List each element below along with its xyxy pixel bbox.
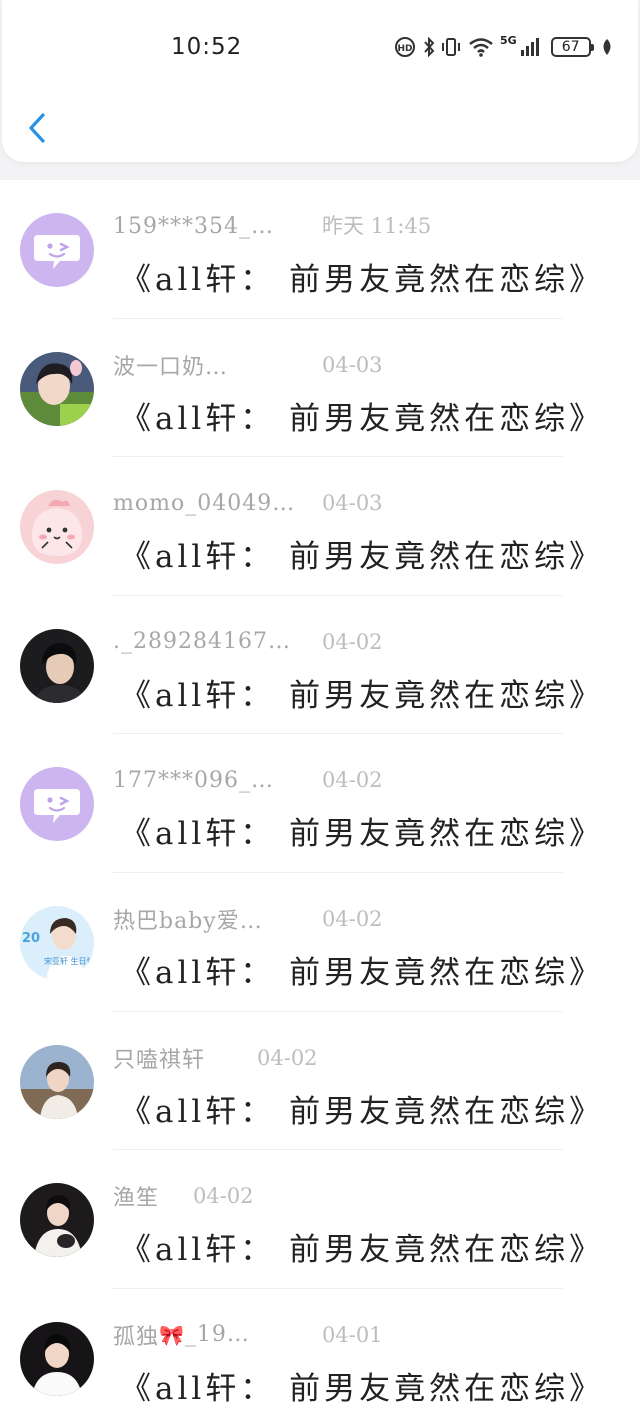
avatar[interactable] (20, 213, 94, 287)
message-time: 04-02 (193, 1184, 254, 1209)
bow-emoji: 🎀 (159, 1322, 185, 1347)
avatar[interactable] (20, 1321, 94, 1396)
avatar[interactable] (20, 767, 94, 842)
message-time: 04-03 (322, 352, 383, 377)
chat-bubble-icon (20, 213, 94, 287)
network-type-label: 5G (500, 33, 517, 47)
message-time: 04-03 (322, 491, 383, 516)
chat-bubble-icon (20, 767, 94, 842)
avatar[interactable] (20, 1183, 94, 1258)
sender-name: 波一口奶… (113, 354, 229, 380)
back-button[interactable] (22, 108, 58, 148)
list-item[interactable]: 20 宋亚轩 生日快乐 热巴baby爱… 04-02 《all轩： 前男友竟然在… (0, 873, 640, 1012)
user-photo-icon (20, 351, 94, 426)
message-text: 《all轩： 前男友竟然在恋综》 (120, 1370, 605, 1407)
message-time: 04-01 (322, 1322, 383, 1347)
wifi-icon (469, 38, 493, 57)
avatar[interactable] (20, 1044, 94, 1119)
message-time: 04-02 (322, 629, 383, 654)
bluetooth-icon (424, 36, 435, 58)
sender-name: ._289284167… (113, 629, 291, 655)
user-photo-icon (20, 1321, 94, 1396)
cartoon-face-icon (20, 490, 94, 565)
list-item[interactable]: 渔笙 04-02 《all轩： 前男友竟然在恋综》 (0, 1150, 640, 1289)
sender-name: momo_04049… (113, 490, 296, 516)
sender-name: 只嗑祺轩 (113, 1047, 206, 1073)
message-text: 《all轩： 前男友竟然在恋综》 (120, 816, 605, 853)
message-text: 《all轩： 前男友竟然在恋综》 (120, 1232, 605, 1269)
chevron-left-icon (29, 113, 45, 143)
svg-text:HD: HD (397, 44, 412, 54)
avatar[interactable] (20, 351, 94, 426)
status-icons: HD 5G 67 (394, 34, 615, 60)
leaf-icon (603, 39, 611, 55)
sender-name: 孤独 🎀 _19… (113, 1322, 250, 1350)
avatar[interactable] (20, 628, 94, 703)
battery-indicator: 67 (550, 37, 594, 57)
user-photo-icon (20, 1183, 94, 1258)
list-item[interactable]: momo_04049… 04-03 《all轩： 前男友竟然在恋综》 (0, 457, 640, 596)
message-text: 《all轩： 前男友竟然在恋综》 (120, 400, 605, 437)
message-text: 《all轩： 前男友竟然在恋综》 (120, 954, 605, 991)
list-item[interactable]: 只嗑祺轩 04-02 《all轩： 前男友竟然在恋综》 (0, 1012, 640, 1151)
message-text: 《all轩： 前男友竟然在恋综》 (120, 262, 605, 298)
list-item[interactable]: ._289284167… 04-02 《all轩： 前男友竟然在恋综》 (0, 596, 640, 735)
message-text: 《all轩： 前男友竟然在恋综》 (120, 1093, 605, 1130)
hd-call-icon: HD (395, 37, 415, 57)
list-item[interactable]: 波一口奶… 04-03 《all轩： 前男友竟然在恋综》 (0, 319, 640, 458)
message-time: 04-02 (322, 768, 383, 793)
sender-name: 渔笙 (113, 1186, 160, 1212)
sender-name: 热巴baby爱… (113, 908, 263, 934)
top-bar: 10:52 HD 5G 67 (2, 0, 638, 162)
vibrate-icon (442, 38, 460, 56)
sender-name: 177***096_… (113, 767, 274, 793)
message-text: 《all轩： 前男友竟然在恋综》 (120, 539, 605, 576)
poster-caption: 宋亚轩 生日快乐 (44, 956, 94, 966)
message-text: 《all轩： 前男友竟然在恋综》 (120, 677, 605, 714)
user-photo-icon (20, 628, 94, 703)
sender-name: 159***354_… (113, 213, 274, 239)
battery-level: 67 (561, 39, 580, 55)
status-time: 10:52 (171, 34, 243, 60)
message-list: 159***354_… 昨天 11:45 《all轩： 前男友竟然在恋综》 波一… (0, 180, 640, 1427)
signal-icon (520, 38, 539, 56)
avatar[interactable]: 20 宋亚轩 生日快乐 (20, 905, 94, 980)
list-item[interactable]: 159***354_… 昨天 11:45 《all轩： 前男友竟然在恋综》 (0, 180, 640, 319)
user-photo-icon (20, 1044, 94, 1119)
message-time: 昨天 11:45 (322, 214, 432, 238)
svg-text:20: 20 (22, 931, 40, 946)
avatar[interactable] (20, 490, 94, 565)
list-item[interactable]: 177***096_… 04-02 《all轩： 前男友竟然在恋综》 (0, 734, 640, 873)
birthday-poster-icon: 20 宋亚轩 生日快乐 (20, 905, 94, 980)
list-item[interactable]: 孤独 🎀 _19… 04-01 《all轩： 前男友竟然在恋综》 (0, 1289, 640, 1427)
message-time: 04-02 (322, 906, 383, 931)
message-time: 04-02 (257, 1045, 318, 1070)
